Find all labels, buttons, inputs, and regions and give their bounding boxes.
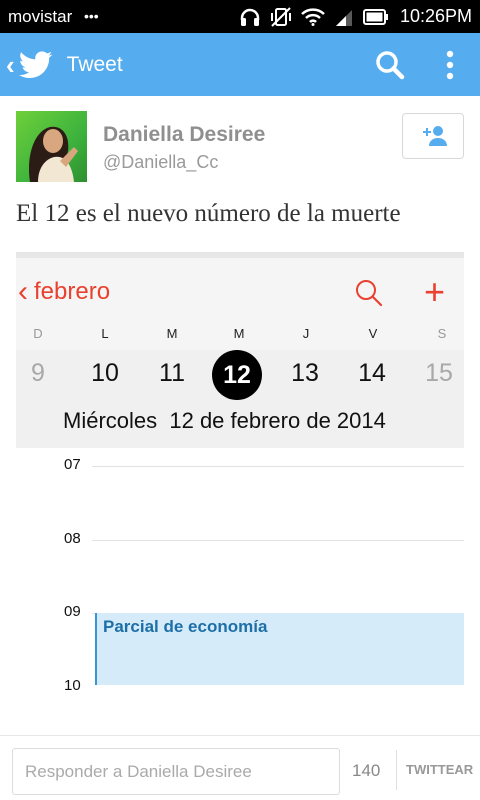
chevron-left-icon: ‹ — [6, 49, 15, 80]
user-handle[interactable]: @Daniella_Cc — [103, 152, 218, 173]
overflow-menu-icon — [446, 50, 454, 79]
weekday-label: M — [233, 326, 245, 341]
search-icon — [376, 50, 405, 79]
hour-label: 07 — [64, 456, 81, 473]
weekday-label: V — [368, 326, 378, 341]
headphones-icon — [240, 8, 260, 26]
reply-bar: 140 TWITTEAR — [0, 735, 480, 800]
hour-gridline — [92, 540, 464, 541]
divider — [396, 750, 397, 790]
hour-label: 09 — [64, 603, 81, 620]
weekday-label: S — [437, 326, 447, 341]
user-name[interactable]: Daniella Desiree — [103, 123, 265, 147]
hour-label: 10 — [64, 677, 81, 694]
page-title: Tweet — [66, 52, 123, 76]
day-number: 14 — [358, 359, 386, 387]
vibrate-off-icon — [270, 6, 291, 27]
days-row: 9 10 11 12 13 14 15 — [16, 350, 464, 400]
wifi-icon — [301, 7, 325, 26]
day-number: 15 — [425, 359, 453, 387]
battery-icon — [362, 8, 388, 25]
calendar-add-icon: + — [424, 271, 446, 312]
chevron-left-icon: ‹ — [18, 275, 28, 308]
tweet-header: Daniella Desiree @Daniella_Cc — [16, 111, 464, 183]
hour-label: 08 — [64, 530, 81, 547]
reply-input[interactable] — [12, 748, 340, 795]
hour-gridline — [92, 466, 464, 467]
weekday-label: L — [101, 326, 109, 341]
tweet-button[interactable]: TWITTEAR — [406, 762, 473, 777]
overflow-menu-button[interactable] — [420, 33, 480, 96]
day-number: 10 — [91, 359, 119, 387]
character-count: 140 — [352, 761, 381, 780]
signal-icon — [335, 9, 352, 26]
notification-dots-icon: ••• — [84, 8, 99, 24]
clock: 10:26PM — [399, 6, 472, 26]
calendar-month: febrero — [34, 278, 111, 305]
weekday-label: J — [302, 326, 310, 341]
weekday-label: D — [33, 326, 43, 341]
day-number: 13 — [291, 359, 319, 387]
avatar[interactable] — [16, 111, 87, 182]
add-user-icon — [423, 126, 447, 146]
cropped-status-strip — [16, 252, 464, 258]
weekday-label: M — [166, 326, 178, 341]
twitter-bird-icon — [18, 50, 52, 78]
calendar-event: Parcial de economía — [95, 613, 464, 685]
follow-button[interactable] — [402, 113, 464, 159]
selected-day: 12 — [212, 350, 262, 400]
day-number: 11 — [159, 359, 185, 387]
search-button[interactable] — [360, 33, 420, 96]
calendar-search-icon — [356, 280, 383, 307]
avatar-photo — [28, 126, 78, 182]
selected-date-line: Miércoles 12 de febrero de 2014 — [16, 400, 464, 448]
app-bar: ‹ Tweet — [0, 33, 480, 96]
carrier-label: movistar — [8, 6, 73, 26]
tweet-text: El 12 es el nuevo número de la muerte — [16, 200, 401, 227]
back-button[interactable]: ‹ — [0, 33, 53, 96]
day-number: 9 — [31, 359, 45, 387]
status-bar: movistar ••• 10:26PM — [0, 0, 480, 33]
weekday-row: D L M M J V S — [16, 326, 464, 346]
tweet-image[interactable]: ‹ febrero + D L M M J V S 9 10 11 12 13 … — [16, 252, 464, 707]
calendar-header: ‹ febrero + D L M M J V S — [16, 252, 464, 350]
calendar-back: ‹ febrero — [18, 277, 110, 307]
